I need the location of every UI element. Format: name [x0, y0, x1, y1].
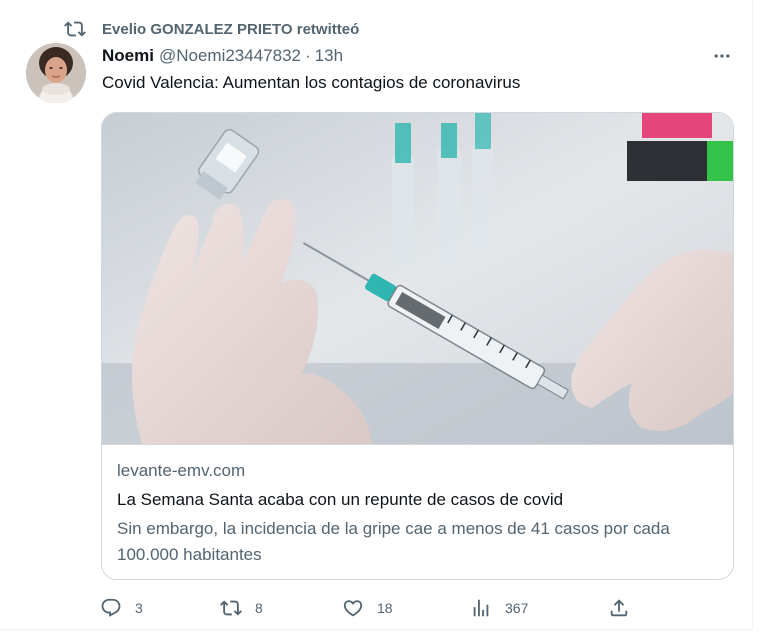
- retweet-count: 8: [255, 600, 263, 616]
- avatar[interactable]: [26, 43, 86, 103]
- card-domain: levante-emv.com: [117, 461, 246, 480]
- link-card[interactable]: levante-emv.com La Semana Santa acaba co…: [101, 112, 734, 580]
- heart-icon: [343, 600, 363, 617]
- card-body: levante-emv.com La Semana Santa acaba co…: [117, 459, 717, 568]
- retweet-icon: [220, 600, 242, 616]
- tweet-header: Noemi @Noemi23447832 · 13h: [102, 44, 343, 68]
- reply-icon: [101, 598, 121, 617]
- card-title: La Semana Santa acaba con un repunte de …: [117, 490, 564, 509]
- separator-dot: ·: [305, 46, 311, 65]
- reply-button[interactable]: 3: [100, 596, 143, 620]
- tweet-text: Covid Valencia: Aumentan los contagios d…: [102, 73, 521, 92]
- reply-count: 3: [135, 600, 143, 616]
- retweet-context[interactable]: Evelio GONZALEZ PRIETO retwitteó: [64, 18, 359, 40]
- author-name[interactable]: Noemi: [102, 46, 154, 66]
- tweet-actions: 3 8 18 367: [100, 596, 640, 620]
- avatar-photo: [26, 43, 86, 103]
- retweet-button[interactable]: 8: [220, 596, 263, 620]
- retweet-label: Evelio GONZALEZ PRIETO retwitteó: [102, 20, 360, 38]
- like-count: 18: [377, 600, 393, 616]
- retweet-icon: [64, 21, 86, 37]
- like-button[interactable]: 18: [342, 596, 393, 620]
- author-handle[interactable]: @Noemi23447832: [159, 46, 301, 66]
- card-image[interactable]: [102, 113, 733, 445]
- views-chart-icon: [473, 599, 489, 617]
- tweet-timestamp[interactable]: 13h: [315, 46, 343, 66]
- more-horizontal-icon: [714, 54, 730, 58]
- share-button[interactable]: [608, 596, 630, 620]
- more-options-button[interactable]: [710, 46, 734, 66]
- card-description: Sin embargo, la incidencia de la gripe c…: [117, 519, 670, 564]
- views-button[interactable]: 367: [470, 596, 528, 620]
- tweet-container[interactable]: Evelio GONZALEZ PRIETO retwitteó Noemi @…: [0, 0, 753, 630]
- vaccine-syringe-photo: [102, 113, 733, 444]
- share-icon: [610, 599, 628, 617]
- views-count: 367: [505, 600, 529, 616]
